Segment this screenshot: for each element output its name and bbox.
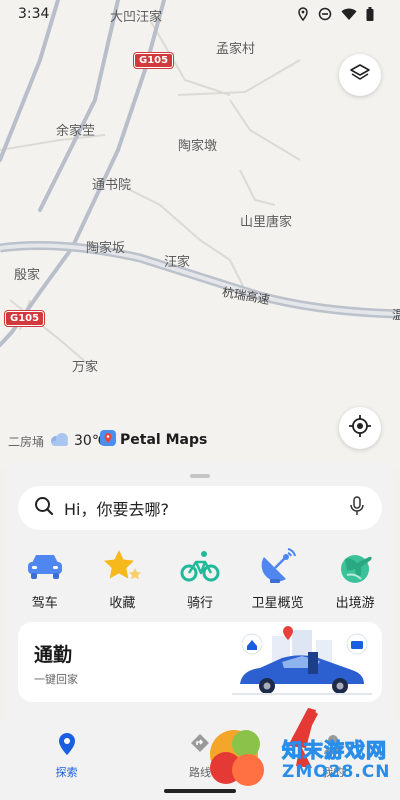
bike-icon [180, 546, 220, 586]
cloudy-icon [48, 432, 70, 450]
nav-explore[interactable]: 探索 [27, 722, 107, 800]
weather-widget: 二房埇 30℃ [8, 432, 108, 450]
commute-subtitle: 一键回家 [34, 673, 78, 686]
crosshair-icon [348, 414, 372, 442]
brand-name: Petal Maps [120, 432, 208, 448]
watermark-text: 知末游戏网 [282, 738, 387, 763]
map-label-mengjiacun: 孟家村 [216, 42, 256, 57]
shortcut-row: 驾车 收藏 骑行 卫星概览 出境游 [6, 546, 394, 611]
petal-maps-logo: Petal Maps [100, 430, 207, 450]
map-label-taojiadun: 陶家墩 [178, 139, 218, 154]
shortcut-label: 收藏 [109, 596, 136, 611]
shortcut-label: 骑行 [186, 596, 213, 611]
nav-label: 探索 [55, 766, 78, 779]
g105-shield-left: G105 [5, 311, 45, 326]
shortcut-cycling[interactable]: 骑行 [165, 546, 235, 611]
shortcut-drive[interactable]: 驾车 [10, 546, 80, 611]
search-bar[interactable]: Hi，你要去哪? [18, 486, 382, 530]
shortcut-label: 出境游 [335, 596, 375, 611]
bottom-sheet[interactable]: Hi，你要去哪? 驾车 收藏 骑行 卫星概览 出境游 通勤 一键回家 [6, 462, 394, 722]
layers-icon [349, 62, 371, 88]
star-icon [102, 546, 142, 586]
search-icon [34, 496, 54, 520]
map-label-wangjia: 汪家 [164, 255, 191, 270]
shortcut-satellite[interactable]: 卫星概览 [243, 546, 313, 611]
commute-title: 通勤 [34, 644, 73, 666]
shortcut-favorites[interactable]: 收藏 [87, 546, 157, 611]
sheet-drag-handle[interactable] [190, 474, 210, 478]
my-location-button[interactable] [339, 407, 381, 449]
search-input[interactable]: Hi，你要去哪? [64, 496, 348, 520]
map-label-wanjia: 万家 [72, 360, 99, 375]
map-label-yinjia: 殷家 [14, 268, 41, 283]
commute-card[interactable]: 通勤 一键回家 [18, 622, 382, 702]
status-bar: 3:34 [0, 0, 400, 28]
map-label-shanlitangjia: 山里唐家 [240, 215, 293, 230]
map-label-yujiaying: 余家茔 [56, 124, 96, 139]
microphone-icon[interactable] [348, 496, 366, 520]
status-time: 3:34 [18, 6, 50, 22]
shortcut-label: 驾车 [31, 596, 58, 611]
battery-icon [366, 7, 374, 21]
dnd-icon [318, 7, 332, 21]
watermark-domain: ZMO28.CN [282, 762, 391, 782]
map-label-tongshuyuan: 通书院 [92, 178, 132, 193]
location-status-icon [297, 7, 309, 21]
plane-icon [335, 546, 375, 586]
map-label-taojiaban: 陶家坂 [86, 241, 126, 256]
layers-button[interactable] [339, 54, 381, 96]
g105-shield-top: G105 [134, 53, 174, 68]
shortcut-label: 卫星概览 [251, 596, 304, 611]
car-icon [25, 546, 65, 586]
weather-place-partial: 二房埇 [8, 434, 45, 449]
location-pin-icon [56, 732, 78, 760]
petal-maps-icon [100, 430, 116, 450]
wifi-icon [341, 7, 357, 21]
shortcut-travel-abroad[interactable]: 出境游 [320, 546, 390, 611]
commute-car-illustration [232, 626, 372, 695]
satellite-icon [258, 546, 298, 586]
expressway-label-edge: 温 [392, 308, 400, 322]
